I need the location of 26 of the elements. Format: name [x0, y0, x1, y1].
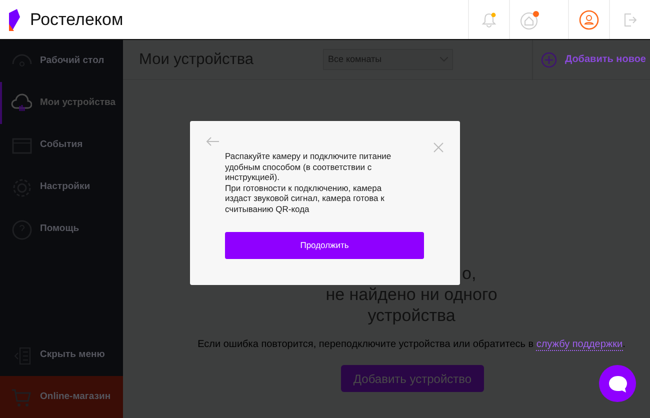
instruction-text: При готовности к подключению, камера издаст звуковой сигнал, камера готова к считыванию QR-кода: [225, 182, 386, 214]
cloud-icon: [10, 92, 32, 114]
support-link[interactable]: службу поддержки: [536, 339, 623, 351]
instruction-text: Распакуйте камеру и подключите питание удобным способом (в соответствии с инструкцией).: [225, 151, 392, 182]
sidebar-item[interactable]: Помощь: [0, 208, 123, 250]
user-icon[interactable]: [579, 10, 599, 30]
chat-bubble-icon: [608, 374, 628, 392]
logout-icon[interactable]: [623, 12, 637, 26]
sidebar-item[interactable]: Настройки: [0, 166, 123, 208]
logo-icon: [8, 8, 22, 30]
bell-icon[interactable]: [481, 12, 497, 28]
logo-text: Ростелеком: [30, 8, 124, 31]
close-icon[interactable]: [433, 142, 444, 153]
plus-circle-icon: [540, 52, 557, 68]
sidebar-item[interactable]: События: [0, 124, 123, 166]
back-arrow-icon[interactable]: [206, 137, 219, 146]
chat-button[interactable]: [599, 365, 636, 402]
sidebar-item[interactable]: Рабочий стол: [0, 40, 123, 82]
sidebar-item[interactable]: Online-магазин: [0, 376, 123, 418]
home-icon[interactable]: [520, 10, 540, 30]
add-device-button[interactable]: Добавить устройство: [341, 365, 484, 392]
hint-text: Если ошибка повторится, переподключите устройства или обратитесь в службу поддержки.: [196, 338, 626, 351]
sidebar-item[interactable]: Скрыть меню: [0, 334, 123, 376]
add-new-button[interactable]: Добавить новое: [532, 50, 650, 68]
sidebar-item[interactable]: Мои устройства: [0, 82, 123, 124]
continue-button[interactable]: Продолжить: [225, 232, 424, 259]
